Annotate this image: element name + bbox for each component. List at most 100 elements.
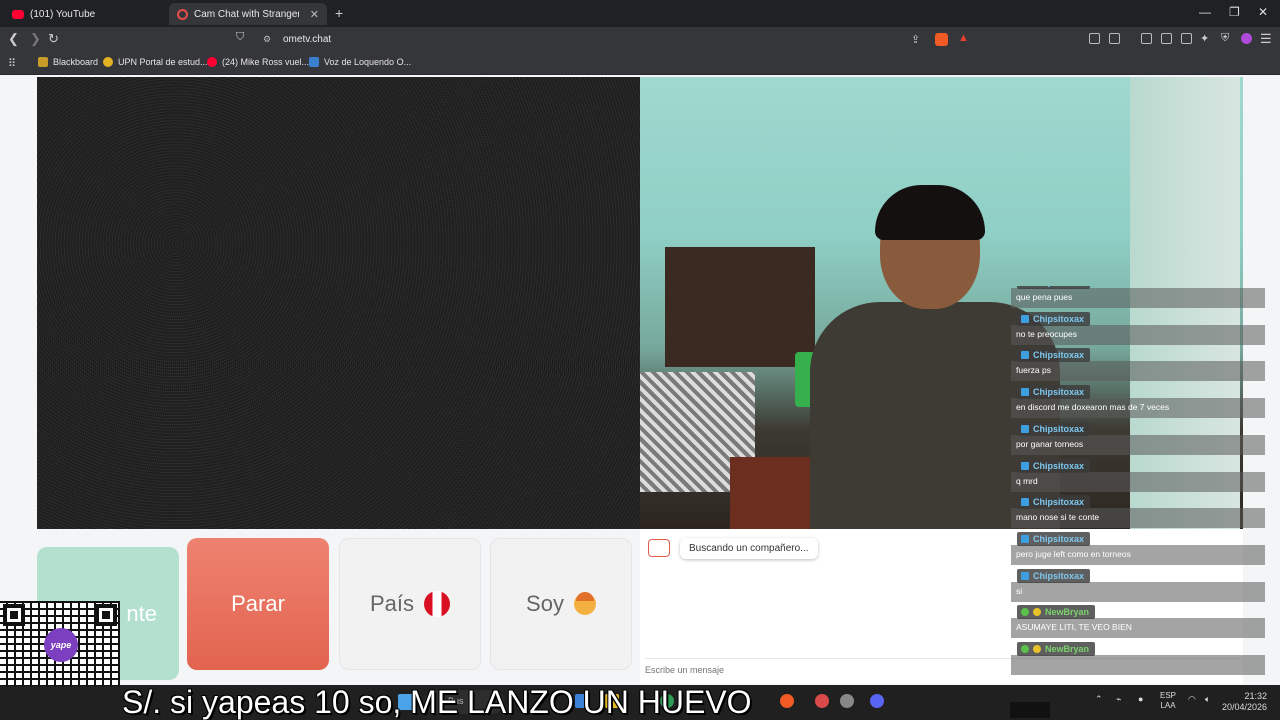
country-button[interactable]: País — [339, 538, 481, 670]
address-bar[interactable] — [255, 30, 977, 50]
person-hair — [875, 185, 985, 240]
chat-username: Chipsitoxax — [1017, 495, 1091, 510]
bookmark-label: Voz de Loquendo O... — [324, 57, 412, 67]
bookmark-loquendo[interactable]: Voz de Loquendo O... — [309, 57, 411, 67]
back-button[interactable]: ❮ — [8, 31, 19, 47]
chat-message-text: que pena pues — [1011, 288, 1265, 308]
platform-badge-icon — [1021, 571, 1029, 580]
chat-username-text: Chipsitoxax — [1033, 497, 1085, 508]
clock-date: 20/04/2026 — [1222, 702, 1268, 712]
system-clock[interactable]: 21:32 20/04/2026 — [1222, 691, 1267, 713]
profile-icon[interactable] — [1241, 33, 1252, 44]
tab-ometv[interactable]: Cam Chat with Strangers on O ✕ — [169, 3, 327, 25]
chat-username-text: NewBryan — [1045, 607, 1090, 618]
country-label: País — [369, 591, 415, 616]
music-icon[interactable] — [1141, 33, 1152, 44]
coin-badge-icon — [1033, 645, 1041, 653]
chat-message-text: por ganar torneos — [1011, 434, 1265, 455]
stream-chat-message: que pena puesChipsitoxax — [1011, 286, 1265, 310]
language-indicator[interactable]: ESP LAA — [1160, 691, 1176, 711]
gender-button[interactable]: Soy — [490, 538, 632, 670]
extensions-icon[interactable] — [1089, 33, 1100, 44]
tab-youtube[interactable]: (101) YouTube — [4, 3, 169, 25]
stop-button[interactable]: Parar — [187, 538, 329, 670]
chat-username: Chipsitoxax — [1017, 311, 1091, 326]
tray-chevron-icon[interactable]: ⌃ — [1095, 694, 1103, 705]
close-tab-icon[interactable]: ✕ — [310, 8, 319, 21]
upn-icon — [103, 57, 113, 67]
stream-chat-message: q mrd Chipsitoxax — [1011, 458, 1265, 494]
gift-badge-icon — [1021, 608, 1029, 617]
chat-username-text: Chipsitoxax — [1033, 313, 1085, 324]
boy-emoji-icon — [573, 592, 596, 615]
screenshot-icon[interactable] — [1109, 33, 1120, 44]
chat-message-text: q mrd — [1011, 471, 1265, 492]
maximize-button[interactable]: ❐ — [1229, 5, 1240, 19]
lang-bottom: LAA — [1160, 701, 1176, 710]
chat-username-text: NewBryan — [1045, 644, 1090, 654]
volume-icon[interactable]: 🔈︎ — [1205, 694, 1210, 705]
chat-message-text: mano nose si te conte — [1011, 508, 1265, 529]
brave-shields-icon[interactable] — [935, 33, 948, 46]
platform-badge-icon — [1021, 424, 1029, 433]
stream-chat-message: en discord me doxearon mas de 7 veces Chi… — [1011, 384, 1265, 420]
chat-username: Chipsitoxax — [1017, 568, 1091, 583]
forward-button[interactable]: ❯ — [30, 31, 41, 47]
platform-badge-icon — [1021, 498, 1029, 507]
bookmark-blackboard[interactable]: Blackboard — [38, 57, 98, 67]
discord-icon[interactable] — [870, 694, 884, 708]
stream-chat-message: ASUMAYE LITI, TE VEO BIEN NewBryan — [1011, 604, 1265, 640]
sidebar-icon[interactable] — [1161, 33, 1172, 44]
chat-message-text: no te preocupes — [1011, 324, 1265, 345]
stream-chat-message: si Chipsitoxax — [1011, 568, 1265, 604]
stranger-video — [37, 77, 640, 529]
shelf — [665, 247, 815, 367]
apps-grid-icon[interactable]: ⠿ — [8, 57, 16, 70]
bookmark-upn[interactable]: UPN Portal de estud... — [103, 57, 208, 67]
next-label: nte — [126, 600, 157, 626]
chat-status-message: Buscando un compañero... — [680, 538, 818, 559]
clock-time: 21:32 — [1244, 691, 1268, 701]
chat-username: Chipsitoxax — [1017, 531, 1091, 546]
chat-message-text: en discord me doxearon mas de 7 veces — [1011, 398, 1265, 419]
platform-badge-icon — [1021, 388, 1029, 397]
youtube-icon — [12, 9, 24, 19]
bookmark-icon[interactable]: ⛉ — [236, 31, 244, 44]
close-window-button[interactable]: ✕ — [1258, 5, 1268, 19]
minimize-button[interactable]: — — [1199, 5, 1211, 19]
bookmark-mike-ross[interactable]: (24) Mike Ross vuel... — [207, 57, 309, 67]
url-text[interactable]: ometv.chat — [283, 34, 331, 45]
microphone-icon[interactable]: ● — [1138, 694, 1143, 704]
chat-username: NewBryan — [1017, 605, 1096, 620]
chat-message-text: ASUMAYE LITI, TE VEO BIEN — [1011, 618, 1265, 639]
qr-finder — [95, 604, 117, 626]
vpn-icon[interactable]: ⛨ — [1221, 32, 1229, 45]
site-settings-icon[interactable]: ⚙ — [263, 34, 271, 45]
bookmark-label: Blackboard — [53, 57, 99, 67]
chat-message-text — [1011, 655, 1265, 675]
new-tab-button[interactable]: + — [335, 5, 343, 21]
reload-button[interactable]: ↻ — [48, 31, 59, 47]
menu-icon[interactable]: ☰ — [1260, 31, 1272, 47]
share-icon[interactable]: ⇪ — [911, 33, 920, 46]
chat-username-text: Chipsitoxax — [1033, 570, 1085, 581]
chat-username-text: Chipsitoxax — [1033, 387, 1085, 398]
bookmark-label: UPN Portal de estud... — [118, 57, 208, 67]
stream-chat-message: mano nose si te conte Chipsitoxax — [1011, 494, 1265, 530]
wallet-icon[interactable] — [1181, 33, 1192, 44]
network-icon[interactable]: ⌁ — [1116, 694, 1121, 705]
platform-badge-icon — [1021, 534, 1029, 543]
brave-rewards-icon[interactable]: ▲ — [958, 32, 969, 44]
leo-icon[interactable]: ✦ — [1200, 32, 1209, 45]
stream-chat-message: no te preocupes Chipsitoxax — [1011, 311, 1265, 347]
peru-flag-icon — [424, 591, 451, 617]
chat-username: NewBryan — [1017, 642, 1096, 656]
coin-badge-icon — [1033, 608, 1041, 617]
chat-username: Chipsitoxax — [1017, 348, 1091, 363]
lang-top: ESP — [1160, 691, 1177, 700]
chat-username-text: Chipsitoxax — [1033, 286, 1084, 287]
ometv-icon — [177, 8, 188, 20]
stream-chat-overlay: que pena puesChipsitoxaxno te preocupesC… — [1011, 286, 1265, 682]
chat-message-text: fuerza ps — [1011, 361, 1265, 382]
wifi-icon[interactable]: ◠ — [1188, 694, 1196, 705]
